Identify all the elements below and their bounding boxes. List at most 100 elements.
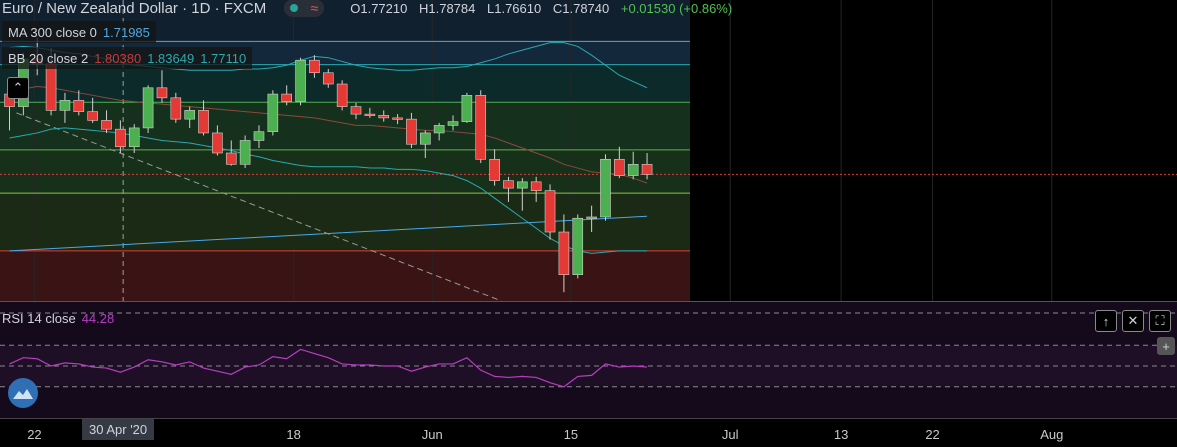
fib-zone [0,250,690,301]
candle-body [544,190,556,233]
ma-value: 1.71985 [102,24,150,40]
candle [336,80,348,111]
candle-body [156,87,168,99]
candle-body [586,216,597,219]
candle-body [170,97,182,120]
close-pane-button[interactable]: ✕ [1122,310,1144,332]
ma-name: MA 300 close 0 [8,24,97,40]
candle-body [461,95,473,122]
candle-body [87,111,98,121]
candle-body [475,95,487,160]
close-icon: ✕ [1127,313,1139,328]
arrow-up-icon: ↑ [1102,313,1110,329]
x-tick-label: 22 [27,427,41,442]
crosshair-date-label: 30 Apr '20 [82,419,155,440]
x-tick-label: Aug [1040,427,1063,442]
candle-body [59,100,71,111]
candle-body [364,113,376,116]
candle-body [392,117,403,120]
candle-body [184,110,195,120]
candle-body [281,93,293,102]
x-tick-label: 15 [564,427,578,442]
candle [461,92,473,123]
candle-body [322,72,334,85]
candle [475,90,487,164]
candle-body [600,158,611,218]
x-tick-label: 22 [925,427,939,442]
candle-body [73,100,85,112]
candle-body [198,110,209,134]
x-axis: 22 18 Jun 15 Jul 13 22 Aug [0,418,1177,447]
candle [572,214,584,279]
rsi-value: 44.28 [81,310,115,326]
change-value: +0.01530 (+0.86%) [620,0,733,16]
tradingview-logo[interactable] [8,378,38,408]
chevron-up-icon: ⌃ [12,80,24,95]
bb-upper-value: 1.80380 [94,50,142,66]
candle-body [239,140,251,165]
candle-body [267,93,279,132]
candle-body [225,152,237,165]
low-value: L1.76610 [487,0,542,16]
candle [239,135,251,169]
maximize-pane-button[interactable]: ⛶ [1149,310,1171,332]
candle-body [45,63,57,111]
candle-body [572,217,584,275]
candle-body [558,231,570,275]
close-value: C1.78740 [552,0,610,16]
candle-body [614,158,625,176]
rsi-legend[interactable]: RSI 14 close 44.28 [2,308,114,328]
fib-zone [0,149,690,194]
candle-body [309,59,320,74]
candle-body [101,120,112,130]
fib-zone [0,193,690,251]
bb-legend[interactable]: BB 20 close 2 1.80380 1.83649 1.77110 [2,47,253,69]
candle [142,85,154,133]
candle-body [627,163,639,176]
rsi-pane [0,301,1177,418]
candle-body [641,163,653,175]
status-dot-icon [290,4,299,12]
bb-middle-value: 1.83649 [147,50,195,66]
open-value: O1.77210 [350,0,408,16]
candle-body [115,128,126,148]
candle-body [378,115,390,119]
candle [267,90,279,136]
candle-body [295,59,306,102]
x-tick-label: Jun [422,427,443,442]
candle-body [503,180,514,189]
move-pane-up-button[interactable]: ↑ [1095,310,1117,332]
plus-icon: + [1162,338,1170,354]
symbol-title[interactable]: Euro / New Zealand Dollar · 1D · FXCM [2,0,266,17]
candle [600,154,611,221]
x-axis-background [0,418,1177,447]
logo-icon [13,389,33,399]
candle-body [406,118,417,145]
candle-body [142,87,154,129]
candle-body [447,121,459,126]
bb-name: BB 20 close 2 [8,50,89,66]
market-status-pill[interactable]: ≈ [284,0,325,17]
high-value: H1.78784 [418,0,476,16]
candle [295,57,306,106]
fib-zones [0,0,690,301]
x-tick-label: Jul [722,427,739,442]
rsi-name: RSI 14 close [2,310,76,326]
add-button[interactable]: + [1157,337,1175,355]
candle-body [433,125,445,134]
collapse-legend-button[interactable]: ⌃ [7,77,29,99]
maximize-icon: ⛶ [1155,313,1165,328]
candle-body [489,158,500,181]
candle-body [350,106,362,115]
candle-body [212,132,223,154]
candle [544,184,556,240]
candle-body [419,132,431,145]
candle-body [530,181,542,191]
candle-body [336,83,348,107]
chart-header: Euro / New Zealand Dollar · 1D · FXCM ≈ … [2,0,740,18]
x-tick-label: 18 [286,427,300,442]
flag-icon: ≈ [310,0,319,16]
ma-legend[interactable]: MA 300 close 0 1.71985 [2,21,156,43]
candle-body [253,131,265,141]
bb-lower-value: 1.77110 [200,50,247,66]
